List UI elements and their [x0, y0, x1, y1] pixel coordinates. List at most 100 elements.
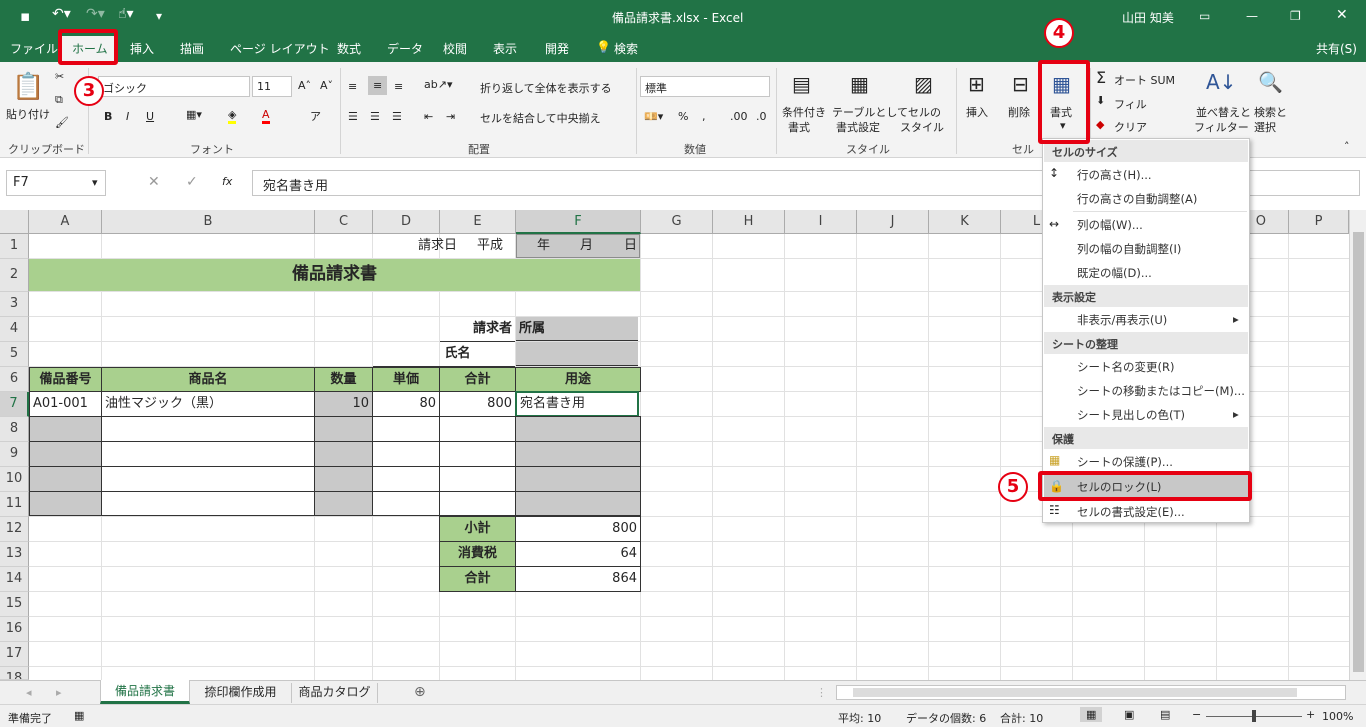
row-header-2[interactable]: 2 [0, 259, 29, 292]
subtotal-label[interactable]: 小計 [439, 516, 516, 542]
next-sheet-icon[interactable]: ▸ [56, 686, 62, 699]
tab-split-icon[interactable]: ⋮ [816, 686, 827, 699]
fill-button[interactable]: フィル [1114, 96, 1147, 112]
tab-data[interactable]: データ [387, 40, 423, 57]
percent-icon[interactable]: % [678, 110, 688, 123]
table-body-a[interactable] [29, 416, 102, 516]
clear-icon[interactable]: ◆ [1096, 118, 1104, 131]
tab-view[interactable]: 表示 [493, 40, 517, 57]
font-name-combo[interactable]: ゴシック [98, 76, 250, 97]
conditional-format-icon[interactable]: ▤ [792, 72, 811, 96]
col-header-d[interactable]: D [373, 210, 440, 234]
sort-filter-label1[interactable]: 並べ替えと [1196, 104, 1251, 120]
format-as-table-label2[interactable]: 書式設定 [836, 119, 880, 135]
menu-move-copy[interactable]: シートの移動またはコピー(M)... [1077, 383, 1245, 399]
col-header-c[interactable]: C [315, 210, 373, 234]
row-header-1[interactable]: 1 [0, 234, 29, 259]
tab-page-layout[interactable]: ページ レイアウト [230, 40, 330, 57]
row-header-16[interactable]: 16 [0, 617, 29, 642]
status-count[interactable]: データの個数: 6 [906, 710, 986, 726]
menu-format-cells[interactable]: セルの書式設定(E)... [1077, 504, 1185, 520]
page-layout-view-icon[interactable]: ▣ [1124, 708, 1134, 721]
cell-a7[interactable]: A01-001 [29, 391, 102, 417]
minimize-icon[interactable]: — [1246, 9, 1258, 23]
collapse-ribbon-icon[interactable]: ˄ [1344, 140, 1350, 153]
menu-column-width[interactable]: 列の幅(W)... [1077, 217, 1143, 233]
dept-cell[interactable]: 所属 [516, 317, 638, 341]
col-header-j[interactable]: J [857, 210, 929, 234]
col-header-k[interactable]: K [929, 210, 1001, 234]
normal-view-icon[interactable]: ▦ [1080, 707, 1103, 722]
horizontal-scrollbar[interactable] [836, 685, 1346, 700]
cell-c7[interactable]: 10 [314, 391, 373, 417]
row-header-8[interactable]: 8 [0, 417, 29, 442]
cell-b7[interactable]: 油性マジック（黒） [101, 391, 315, 417]
row-header-9[interactable]: 9 [0, 442, 29, 467]
customize-qat-icon[interactable]: ▾ [156, 9, 162, 23]
vertical-scrollbar[interactable] [1349, 210, 1366, 680]
align-top-icon[interactable]: ≡ [348, 80, 357, 93]
align-right-icon[interactable]: ☰ [392, 110, 402, 123]
ribbon-display-icon[interactable]: ▭ [1199, 9, 1210, 23]
insert-function-icon[interactable]: fx [222, 175, 232, 188]
row-header-13[interactable]: 13 [0, 542, 29, 567]
insert-cells-icon[interactable]: ⊞ [968, 72, 985, 96]
sheet-tab-active[interactable]: 備品請求書 [100, 680, 190, 704]
tab-search[interactable]: 検索 [614, 40, 638, 57]
page-break-view-icon[interactable]: ▤ [1160, 708, 1170, 721]
tab-draw[interactable]: 描画 [180, 40, 204, 57]
restore-icon[interactable]: ❐ [1290, 9, 1301, 23]
table-body-c[interactable] [314, 416, 373, 516]
tab-review[interactable]: 校閲 [443, 40, 467, 57]
header-amount[interactable]: 合計 [439, 367, 516, 392]
format-painter-icon[interactable]: 🖌 [55, 116, 69, 129]
enter-icon[interactable]: ✓ [186, 174, 198, 190]
merge-center-button[interactable]: セルを結合して中央揃え [480, 110, 601, 126]
wrap-text-button[interactable]: 折り返して全体を表示する [480, 80, 612, 96]
name-label[interactable]: 氏名 [373, 342, 515, 367]
select-all-corner[interactable] [0, 210, 29, 234]
font-size-combo[interactable]: 11 [252, 76, 292, 97]
increase-indent-icon[interactable]: ⇥ [446, 110, 455, 123]
decrease-indent-icon[interactable]: ⇤ [424, 110, 433, 123]
row-header-4[interactable]: 4 [0, 317, 29, 342]
align-bottom-icon[interactable]: ≡ [394, 80, 403, 93]
name-box[interactable]: F7 [6, 170, 106, 196]
name-cell[interactable] [516, 342, 638, 366]
cell-f7-selected[interactable]: 宛名書き用 [515, 391, 639, 417]
paste-icon[interactable]: 📋 [12, 72, 44, 102]
col-header-f[interactable]: F [516, 210, 641, 234]
status-average[interactable]: 平均: 10 [838, 710, 881, 726]
cell-d7[interactable]: 80 [372, 391, 440, 417]
currency-icon[interactable]: 💴▾ [644, 110, 663, 123]
header-price[interactable]: 単価 [372, 367, 440, 392]
row-header-15[interactable]: 15 [0, 592, 29, 617]
menu-tab-color[interactable]: シート見出しの色(T) [1077, 407, 1185, 423]
tab-developer[interactable]: 開発 [545, 40, 569, 57]
zoom-slider-thumb[interactable] [1252, 710, 1256, 722]
tab-file[interactable]: ファイル [10, 40, 58, 57]
status-sum[interactable]: 合計: 10 [1000, 710, 1043, 726]
col-header-i[interactable]: I [785, 210, 857, 234]
format-as-table-icon[interactable]: ▦ [850, 72, 869, 96]
title-cell[interactable]: 備品請求書 [29, 259, 640, 291]
row-header-6[interactable]: 6 [0, 367, 29, 392]
align-left-icon[interactable]: ☰ [348, 110, 358, 123]
grow-font-icon[interactable]: A˄ [298, 79, 311, 92]
row-header-7[interactable]: 7 [0, 392, 29, 417]
menu-column-autofit[interactable]: 列の幅の自動調整(I) [1077, 241, 1181, 257]
cell-e1[interactable]: 平成 [474, 234, 514, 258]
header-item-no[interactable]: 備品番号 [29, 367, 102, 392]
col-header-a[interactable]: A [29, 210, 102, 234]
menu-row-height[interactable]: 行の高さ(H)... [1077, 167, 1152, 183]
close-icon[interactable]: ✕ [1336, 7, 1348, 23]
conditional-format-label2[interactable]: 書式 [788, 119, 810, 135]
bold-button[interactable]: B [104, 110, 112, 123]
number-format-combo[interactable]: 標準 [640, 76, 770, 97]
table-body-d[interactable] [372, 416, 440, 516]
redo-icon[interactable]: ↷▾ [86, 6, 105, 22]
share-button[interactable]: 共有(S) [1316, 40, 1357, 57]
row-header-14[interactable]: 14 [0, 567, 29, 592]
cell-e7[interactable]: 800 [439, 391, 516, 417]
prev-sheet-icon[interactable]: ◂ [26, 686, 32, 699]
